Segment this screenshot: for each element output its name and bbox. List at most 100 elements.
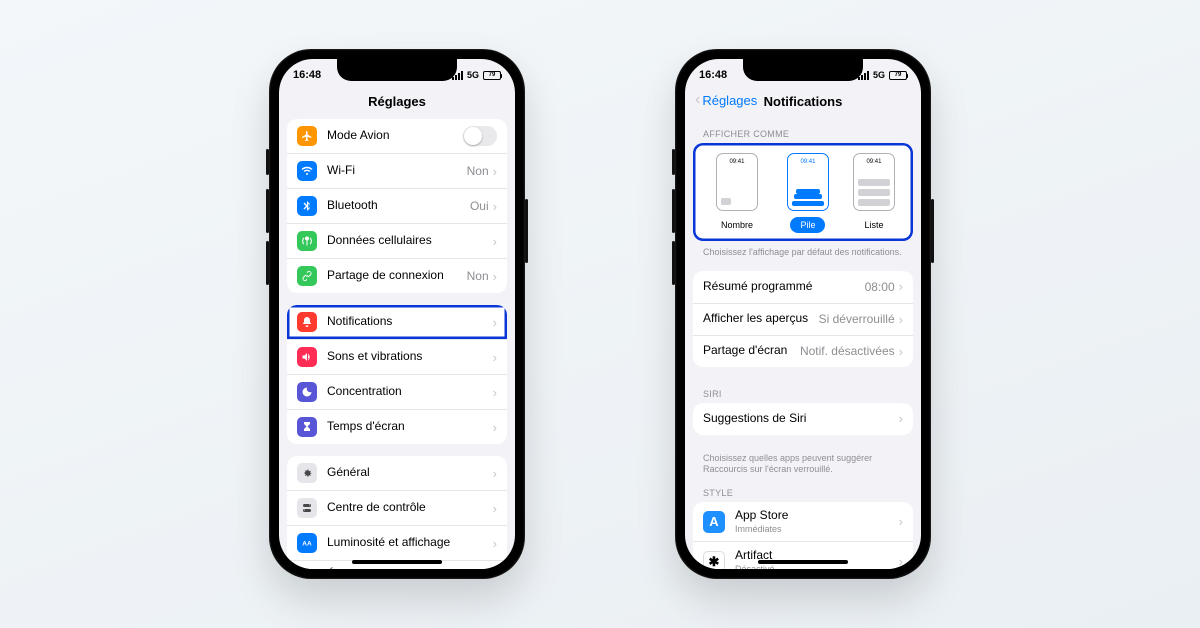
nav-bar: ‹ Réglages Notifications xyxy=(685,87,921,119)
display-as-selector: 09:41 Nombre 09:41 Pile 09:41Liste xyxy=(693,143,913,241)
row-label: Résumé programmé xyxy=(703,280,865,294)
chevron-right-icon: › xyxy=(899,344,903,359)
row-value: Notif. désactivées xyxy=(800,344,895,358)
chevron-left-icon: ‹ xyxy=(695,92,700,108)
row-bluetooth[interactable]: BluetoothOui› xyxy=(287,188,507,223)
chevron-right-icon: › xyxy=(899,554,903,569)
phone-settings: 16:48 5G 79 Réglages Mode AvionWi-FiNon›… xyxy=(269,49,525,579)
hourglass-icon xyxy=(297,417,317,437)
chevron-right-icon: › xyxy=(493,234,497,249)
row-luminosit-et-affichage[interactable]: AA Luminosité et affichage› xyxy=(287,525,507,560)
app-icon: A xyxy=(703,511,725,533)
switches-icon xyxy=(297,498,317,518)
chevron-right-icon: › xyxy=(493,466,497,481)
svg-text:AA: AA xyxy=(302,541,312,548)
gear-icon xyxy=(297,463,317,483)
app-icon: ✱ xyxy=(703,551,725,569)
row-wi-fi[interactable]: Wi-FiNon› xyxy=(287,153,507,188)
bell-icon xyxy=(297,312,317,332)
chevron-right-icon: › xyxy=(493,501,497,516)
home-indicator[interactable] xyxy=(758,560,848,564)
row-partage-d-cran[interactable]: Partage d'écranNotif. désactivées › xyxy=(693,335,913,367)
chevron-right-icon: › xyxy=(899,411,903,426)
option-label: Pile xyxy=(790,217,825,233)
row-afficher-les-aper-us[interactable]: Afficher les aperçusSi déverrouillé› xyxy=(693,303,913,335)
chevron-right-icon: › xyxy=(493,420,497,435)
row-label: Sons et vibrations xyxy=(327,350,493,364)
row-r-sum-programm-[interactable]: Résumé programmé08:00 › xyxy=(693,271,913,303)
row-value: 08:00 xyxy=(865,280,895,294)
phone-preview-icon: 09:41 xyxy=(787,153,829,211)
row-value: Oui xyxy=(470,199,489,213)
status-time: 16:48 xyxy=(293,69,321,81)
row-label: Données cellulaires xyxy=(327,234,493,248)
nav-bar: Réglages xyxy=(279,87,515,119)
row-label: Wi-Fi xyxy=(327,164,467,178)
section-footer-siri: Choisissez quelles apps peuvent suggérer… xyxy=(693,447,913,478)
display-option-pile[interactable]: 09:41 Pile xyxy=(787,153,829,233)
row-sons-et-vibrations[interactable]: Sons et vibrations› xyxy=(287,339,507,374)
chevron-right-icon: › xyxy=(493,385,497,400)
row-label: Concentration xyxy=(327,385,493,399)
chevron-right-icon: › xyxy=(899,279,903,294)
section-header-siri: SIRI xyxy=(693,379,913,403)
link-icon xyxy=(297,266,317,286)
plane-icon xyxy=(297,126,317,146)
battery-icon: 79 xyxy=(483,71,501,80)
row-label: Écran d'accueil et bibliothèque d'apps xyxy=(327,568,493,569)
row-label: Partage d'écran xyxy=(703,344,800,358)
row-donn-es-cellulaires[interactable]: Données cellulaires› xyxy=(287,223,507,258)
row-value: Non xyxy=(467,269,489,283)
row-label: Général xyxy=(327,466,493,480)
section-footer-display: Choisissez l'affichage par défaut des no… xyxy=(693,241,913,261)
row-label: Notifications xyxy=(327,315,493,329)
network-label: 5G xyxy=(873,70,885,80)
page-title: Notifications xyxy=(764,94,843,109)
chevron-right-icon: › xyxy=(493,536,497,551)
row-concentration[interactable]: Concentration› xyxy=(287,374,507,409)
option-label: Nombre xyxy=(711,217,763,233)
chevron-right-icon: › xyxy=(493,164,497,179)
status-time: 16:48 xyxy=(699,69,727,81)
phone-notifications: 16:48 5G 79 ‹ Réglages Notifications AFF… xyxy=(675,49,931,579)
phone-preview-icon: 09:41 xyxy=(853,153,895,211)
display-option-liste[interactable]: 09:41Liste xyxy=(853,153,895,233)
chevron-right-icon: › xyxy=(493,199,497,214)
row-label: App StoreImmédiates xyxy=(735,509,899,534)
row-label: Centre de contrôle xyxy=(327,501,493,515)
app-row-app-store[interactable]: A App StoreImmédiates› xyxy=(693,502,913,541)
app-row-artifact[interactable]: ✱ArtifactDésactivé› xyxy=(693,541,913,569)
row-value: Si déverrouillé xyxy=(819,312,895,326)
wifi-icon xyxy=(297,161,317,181)
phone-preview-icon: 09:41 xyxy=(716,153,758,211)
home-indicator[interactable] xyxy=(352,560,442,564)
battery-icon: 79 xyxy=(889,71,907,80)
chevron-right-icon: › xyxy=(493,315,497,330)
row-mode-avion[interactable]: Mode Avion xyxy=(287,119,507,153)
row-label: Luminosité et affichage xyxy=(327,536,493,550)
display-option-nombre[interactable]: 09:41 Nombre xyxy=(711,153,763,233)
row-partage-de-connexion[interactable]: Partage de connexionNon › xyxy=(287,258,507,293)
row-temps-d-cran[interactable]: Temps d'écran› xyxy=(287,409,507,444)
row-label: Mode Avion xyxy=(327,129,463,143)
chevron-right-icon: › xyxy=(899,312,903,327)
toggle[interactable] xyxy=(463,126,497,146)
row-centre-de-contr-le[interactable]: Centre de contrôle› xyxy=(287,490,507,525)
bt-icon xyxy=(297,196,317,216)
row-siri-suggestions[interactable]: Suggestions de Siri › xyxy=(693,403,913,435)
chevron-right-icon: › xyxy=(493,269,497,284)
row-notifications[interactable]: Notifications› xyxy=(287,305,507,339)
section-header-display: AFFICHER COMME xyxy=(693,119,913,143)
sound-icon xyxy=(297,347,317,367)
row-label: Temps d'écran xyxy=(327,420,493,434)
moon-icon xyxy=(297,382,317,402)
section-header-style: STYLE xyxy=(693,478,913,502)
chevron-right-icon: › xyxy=(899,514,903,529)
AA-icon: AA xyxy=(297,533,317,553)
network-label: 5G xyxy=(467,70,479,80)
row-g-n-ral[interactable]: Général› xyxy=(287,456,507,490)
antenna-icon xyxy=(297,231,317,251)
chevron-right-icon: › xyxy=(493,350,497,365)
back-button[interactable]: ‹ Réglages xyxy=(695,92,757,108)
row-label: Partage de connexion xyxy=(327,269,467,283)
